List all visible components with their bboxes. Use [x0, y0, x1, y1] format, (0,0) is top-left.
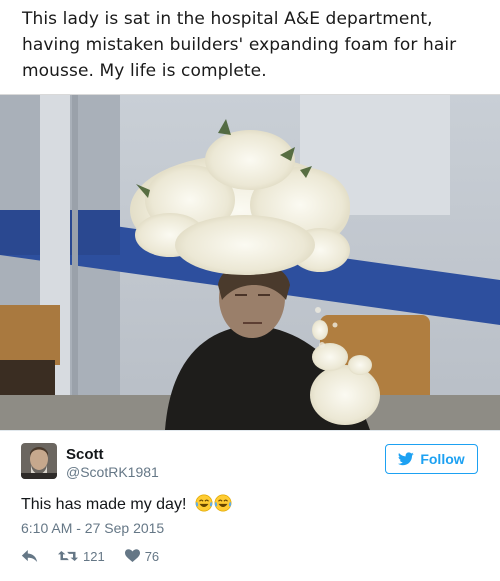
tweet-timestamp[interactable]: 6:10 AM - 27 Sep 2015	[21, 520, 164, 536]
caption-line: This lady is sat in the hospital A&E dep…	[22, 9, 433, 29]
meme-caption: This lady is sat in the hospital A&E dep…	[0, 0, 500, 95]
follow-button[interactable]: Follow	[385, 444, 478, 474]
retweet-icon	[58, 551, 78, 561]
tears-of-joy-emoji-icon	[214, 494, 232, 512]
hospital-photo	[0, 95, 500, 430]
caption-text: This lady is sat in the hospital A&E dep…	[22, 6, 482, 84]
retweet-count: 121	[83, 548, 105, 564]
emoji-group	[195, 494, 232, 512]
tweet-body: This has made my day!	[21, 496, 187, 513]
avatar-image	[21, 443, 57, 479]
caption-line: mousse. My life is complete.	[22, 61, 267, 81]
author-handle[interactable]: @ScotRK1981	[66, 464, 159, 480]
like-button[interactable]: 76	[124, 548, 160, 564]
tears-of-joy-emoji-icon	[195, 494, 213, 512]
tweet-actions: 121 76	[21, 547, 179, 565]
twitter-bird-icon	[398, 452, 415, 466]
follow-label: Follow	[420, 451, 465, 467]
tweet-card: Scott @ScotRK1981 Follow This has made m…	[0, 430, 500, 581]
like-count: 76	[144, 548, 160, 564]
avatar[interactable]	[21, 443, 57, 479]
tweet-photo[interactable]	[0, 95, 500, 430]
tweet-text: This has made my day!	[21, 494, 232, 514]
caption-line: having mistaken builders' expanding foam…	[22, 35, 457, 55]
heart-icon	[124, 549, 140, 562]
reply-button[interactable]	[21, 549, 38, 563]
author-name[interactable]: Scott	[66, 446, 104, 463]
retweet-button[interactable]: 121	[58, 549, 105, 564]
reply-icon	[21, 550, 38, 562]
